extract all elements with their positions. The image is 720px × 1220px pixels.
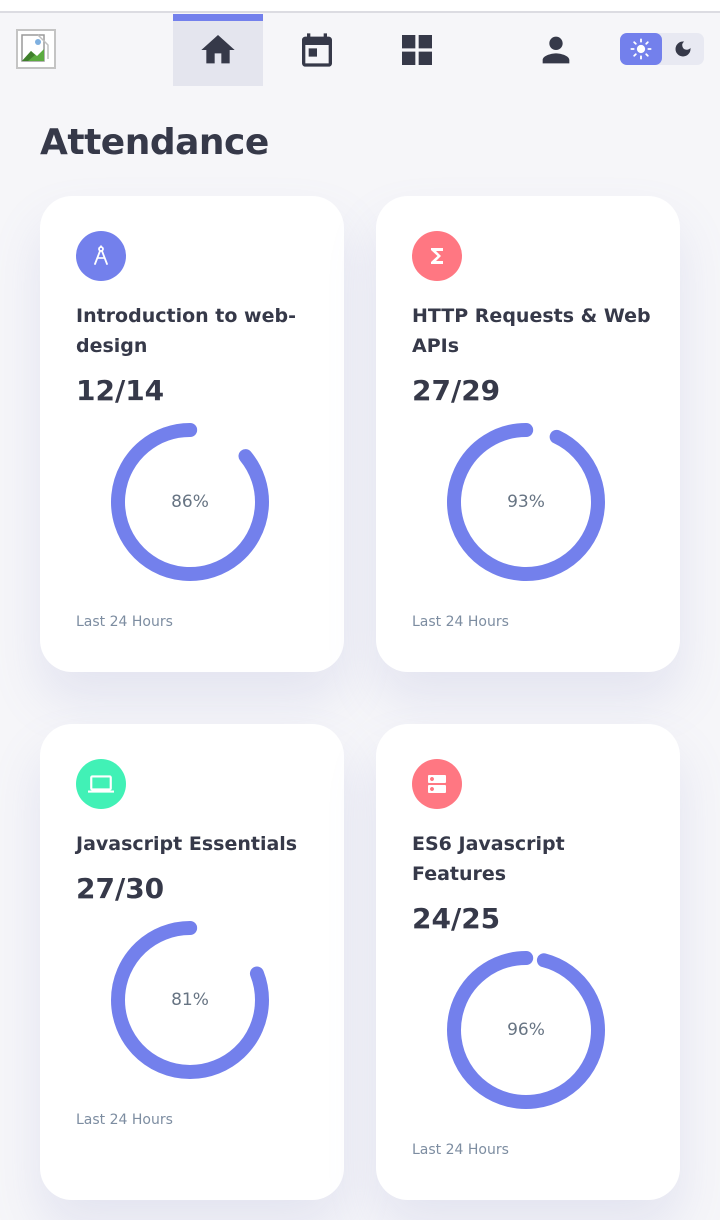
- percentage-label: 81%: [171, 990, 209, 1010]
- attendance-ratio: 24/25: [412, 902, 501, 935]
- theme-toggle[interactable]: [620, 33, 704, 65]
- grid-icon: [402, 35, 432, 65]
- computer-icon: [88, 775, 114, 793]
- course-icon-badge: [76, 759, 126, 809]
- nav-dashboard[interactable]: [372, 14, 462, 86]
- course-title: HTTP Requests & Web APIs: [412, 305, 651, 357]
- broken-image-icon: [21, 34, 49, 62]
- home-icon: [201, 35, 235, 64]
- calendar-icon: [302, 33, 332, 67]
- architecture-icon: [94, 245, 108, 265]
- course-card: Introduction to web-design 12/14 86% Las…: [40, 196, 344, 672]
- functions-icon: [431, 248, 443, 264]
- course-card: Javascript Essentials 27/30 81% Last 24 …: [40, 724, 344, 1200]
- course-card: ES6 Javascript Features 24/25 96% Last 2…: [376, 724, 680, 1200]
- light-mode-button[interactable]: [620, 33, 662, 65]
- course-icon-badge: [76, 231, 126, 281]
- dark-mode-icon: [675, 41, 691, 57]
- course-title: ES6 Javascript Features: [412, 833, 565, 885]
- nav-calendar[interactable]: [272, 14, 362, 86]
- course-icon-badge: [412, 759, 462, 809]
- attendance-ratio: 27/30: [76, 872, 165, 905]
- nav-profile[interactable]: [511, 14, 601, 86]
- percentage-label: 96%: [507, 1020, 545, 1040]
- attendance-ratio: 27/29: [412, 374, 501, 407]
- time-range-label: Last 24 Hours: [76, 614, 173, 630]
- page-title: Attendance: [40, 122, 269, 163]
- light-mode-icon: [630, 38, 652, 60]
- nav-home[interactable]: [173, 14, 263, 86]
- dns-icon: [428, 775, 446, 793]
- course-title: Javascript Essentials: [76, 833, 298, 855]
- course-icon-badge: [412, 231, 462, 281]
- percentage-label: 93%: [507, 492, 545, 512]
- top-bar-edge: [0, 0, 720, 13]
- percentage-label: 86%: [171, 492, 209, 512]
- course-title: Introduction to web-design: [76, 305, 296, 357]
- logo-image: [16, 29, 56, 69]
- time-range-label: Last 24 Hours: [412, 1142, 509, 1158]
- time-range-label: Last 24 Hours: [76, 1112, 173, 1128]
- time-range-label: Last 24 Hours: [412, 614, 509, 630]
- attendance-ratio: 12/14: [76, 374, 165, 407]
- course-card: HTTP Requests & Web APIs 27/29 93% Last …: [376, 196, 680, 672]
- dark-mode-button[interactable]: [662, 33, 704, 65]
- person-icon: [542, 36, 570, 64]
